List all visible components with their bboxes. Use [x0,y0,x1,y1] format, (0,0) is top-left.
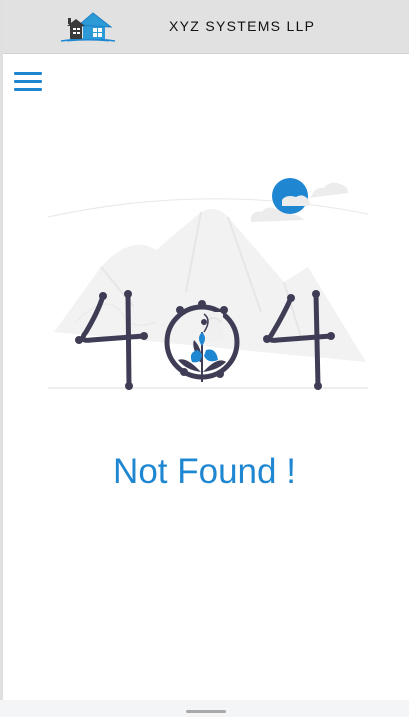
not-found-message: Not Found ! [113,452,296,491]
home-indicator[interactable] [186,710,226,713]
house-logo-icon [60,12,116,42]
window-left-edge [0,0,3,717]
cloud-right [308,182,348,198]
system-bottom-bar [0,700,409,717]
menu-bar-line [14,80,42,83]
company-name: XYZ SYSTEMS LLP [169,18,316,34]
menu-bar-line [14,72,42,75]
app-header: XYZ SYSTEMS LLP [3,0,409,54]
menu-bar-line [14,88,42,91]
not-found-illustration [47,178,369,390]
hamburger-menu-icon[interactable] [14,70,44,92]
